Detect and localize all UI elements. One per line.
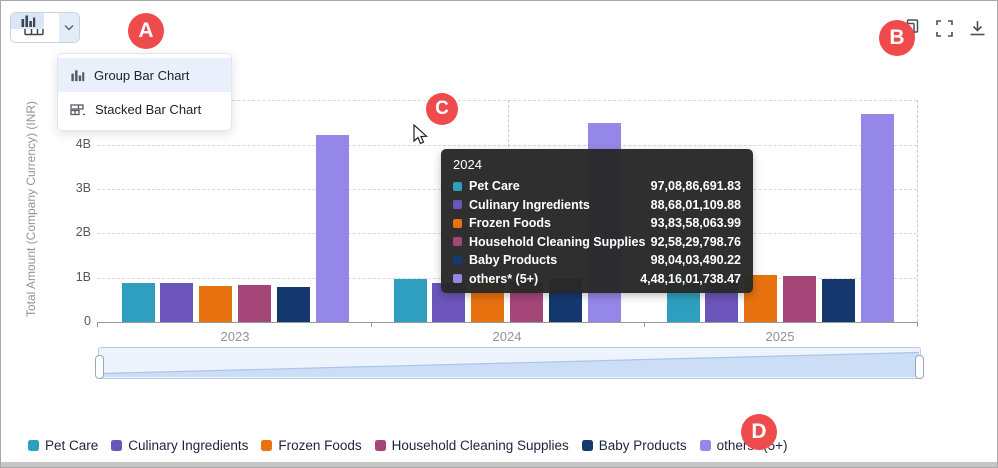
bar-2025-household-cleaning-supplies[interactable] bbox=[783, 276, 816, 322]
x-axis-line bbox=[97, 322, 917, 323]
tooltip-series-swatch bbox=[453, 256, 462, 265]
legend-swatch bbox=[261, 440, 272, 451]
tooltip-series-swatch bbox=[453, 219, 462, 228]
horizontal-scrollbar[interactable] bbox=[1, 462, 997, 467]
tooltip-row: Pet Care97,08,86,691.83 bbox=[453, 177, 741, 196]
data-zoom-slider[interactable] bbox=[98, 347, 921, 379]
mouse-cursor-icon bbox=[413, 124, 429, 151]
x-category-label-2024: 2024 bbox=[477, 329, 537, 344]
tooltip-series-value: 97,08,86,691.83 bbox=[651, 179, 741, 193]
x-category-label-2025: 2025 bbox=[750, 329, 810, 344]
bar-2023-culinary-ingredients[interactable] bbox=[160, 283, 193, 322]
chart-type-menu: Group Bar Chart Stacked Bar Chart bbox=[57, 53, 232, 131]
axis-pointer-line bbox=[508, 100, 509, 147]
chart-tooltip: 2024 Pet Care97,08,86,691.83Culinary Ing… bbox=[441, 149, 753, 293]
legend-swatch bbox=[28, 440, 39, 451]
tooltip-series-name: Culinary Ingredients bbox=[469, 198, 651, 212]
tooltip-row: others* (5+)4,48,16,01,738.47 bbox=[453, 270, 741, 289]
bar-2025-baby-products[interactable] bbox=[822, 279, 855, 322]
legend-swatch bbox=[582, 440, 593, 451]
legend-label: Pet Care bbox=[45, 438, 98, 453]
tooltip-series-value: 98,04,03,490.22 bbox=[651, 253, 741, 267]
tooltip-series-name: Baby Products bbox=[469, 253, 651, 267]
y-tick-label: 2B bbox=[61, 225, 91, 239]
tooltip-series-swatch bbox=[453, 274, 462, 283]
data-zoom-right-handle[interactable] bbox=[915, 355, 924, 379]
y-axis-title: Total Amount (Company Currency) (INR) bbox=[24, 93, 38, 325]
plot-right-split-line bbox=[917, 100, 918, 322]
x-axis-tick bbox=[644, 322, 645, 327]
gridline-4b bbox=[97, 145, 917, 146]
group-bar-chart-icon bbox=[70, 68, 85, 83]
legend-label: Baby Products bbox=[599, 438, 687, 453]
bar-2023-frozen-foods[interactable] bbox=[199, 286, 232, 322]
tooltip-series-value: 4,48,16,01,738.47 bbox=[640, 272, 741, 286]
menu-item-label: Group Bar Chart bbox=[94, 68, 189, 83]
tooltip-series-name: Household Cleaning Supplies bbox=[469, 235, 651, 249]
legend-item-pet-care[interactable]: Pet Care bbox=[28, 438, 98, 453]
tooltip-series-swatch bbox=[453, 182, 462, 191]
tooltip-series-name: Pet Care bbox=[469, 179, 651, 193]
annotation-badge-c: C bbox=[426, 93, 458, 125]
tooltip-series-value: 92,58,29,798.76 bbox=[651, 235, 741, 249]
tooltip-row: Frozen Foods93,83,58,063.99 bbox=[453, 214, 741, 233]
legend-item-household-cleaning-supplies[interactable]: Household Cleaning Supplies bbox=[375, 438, 569, 453]
x-axis-tick bbox=[371, 322, 372, 327]
y-tick-label: 0 bbox=[61, 314, 91, 328]
legend-label: Frozen Foods bbox=[278, 438, 361, 453]
chart-widget-window: Group Bar Chart Stacked Bar Chart bbox=[0, 0, 998, 468]
tooltip-series-name: others* (5+) bbox=[469, 272, 640, 286]
legend-label: Household Cleaning Supplies bbox=[392, 438, 569, 453]
y-tick-label: 1B bbox=[61, 270, 91, 284]
annotation-badge-d: D bbox=[741, 414, 777, 450]
menu-item-label: Stacked Bar Chart bbox=[95, 102, 201, 117]
annotation-badge-b: B bbox=[879, 20, 915, 56]
menu-item-group-bar-chart[interactable]: Group Bar Chart bbox=[58, 58, 231, 92]
bar-2023-pet-care[interactable] bbox=[122, 283, 155, 322]
legend-item-baby-products[interactable]: Baby Products bbox=[582, 438, 687, 453]
tooltip-series-name: Frozen Foods bbox=[469, 216, 651, 230]
bar-2023-others-5-[interactable] bbox=[316, 135, 349, 322]
legend-swatch bbox=[111, 440, 122, 451]
legend-swatch bbox=[700, 440, 711, 451]
tooltip-series-swatch bbox=[453, 200, 462, 209]
tooltip-series-value: 93,83,58,063.99 bbox=[651, 216, 741, 230]
tooltip-title: 2024 bbox=[453, 157, 741, 172]
tooltip-row: Culinary Ingredients88,68,01,109.88 bbox=[453, 196, 741, 215]
tooltip-row: Baby Products98,04,03,490.22 bbox=[453, 251, 741, 270]
y-tick-label: 4B bbox=[61, 137, 91, 151]
y-tick-label: 3B bbox=[61, 181, 91, 195]
stacked-bar-chart-icon bbox=[70, 102, 86, 117]
x-category-label-2023: 2023 bbox=[205, 329, 265, 344]
annotation-badge-a: A bbox=[128, 13, 164, 49]
tooltip-row: Household Cleaning Supplies92,58,29,798.… bbox=[453, 233, 741, 252]
bar-2023-baby-products[interactable] bbox=[277, 287, 310, 322]
data-zoom-left-handle[interactable] bbox=[95, 355, 104, 379]
chart-legend: Pet Care Culinary Ingredients Frozen Foods… bbox=[28, 438, 788, 453]
menu-item-stacked-bar-chart[interactable]: Stacked Bar Chart bbox=[58, 92, 231, 126]
legend-item-frozen-foods[interactable]: Frozen Foods bbox=[261, 438, 361, 453]
legend-swatch bbox=[375, 440, 386, 451]
x-axis-tick bbox=[97, 322, 98, 327]
tooltip-series-value: 88,68,01,109.88 bbox=[651, 198, 741, 212]
x-axis-tick bbox=[917, 322, 918, 327]
legend-item-culinary-ingredients[interactable]: Culinary Ingredients bbox=[111, 438, 248, 453]
legend-label: Culinary Ingredients bbox=[128, 438, 248, 453]
bar-2023-household-cleaning-supplies[interactable] bbox=[238, 285, 271, 322]
data-zoom-preview bbox=[99, 348, 920, 378]
bar-2024-pet-care[interactable] bbox=[394, 279, 427, 322]
bar-2025-others-5-[interactable] bbox=[861, 114, 894, 322]
tooltip-series-swatch bbox=[453, 237, 462, 246]
